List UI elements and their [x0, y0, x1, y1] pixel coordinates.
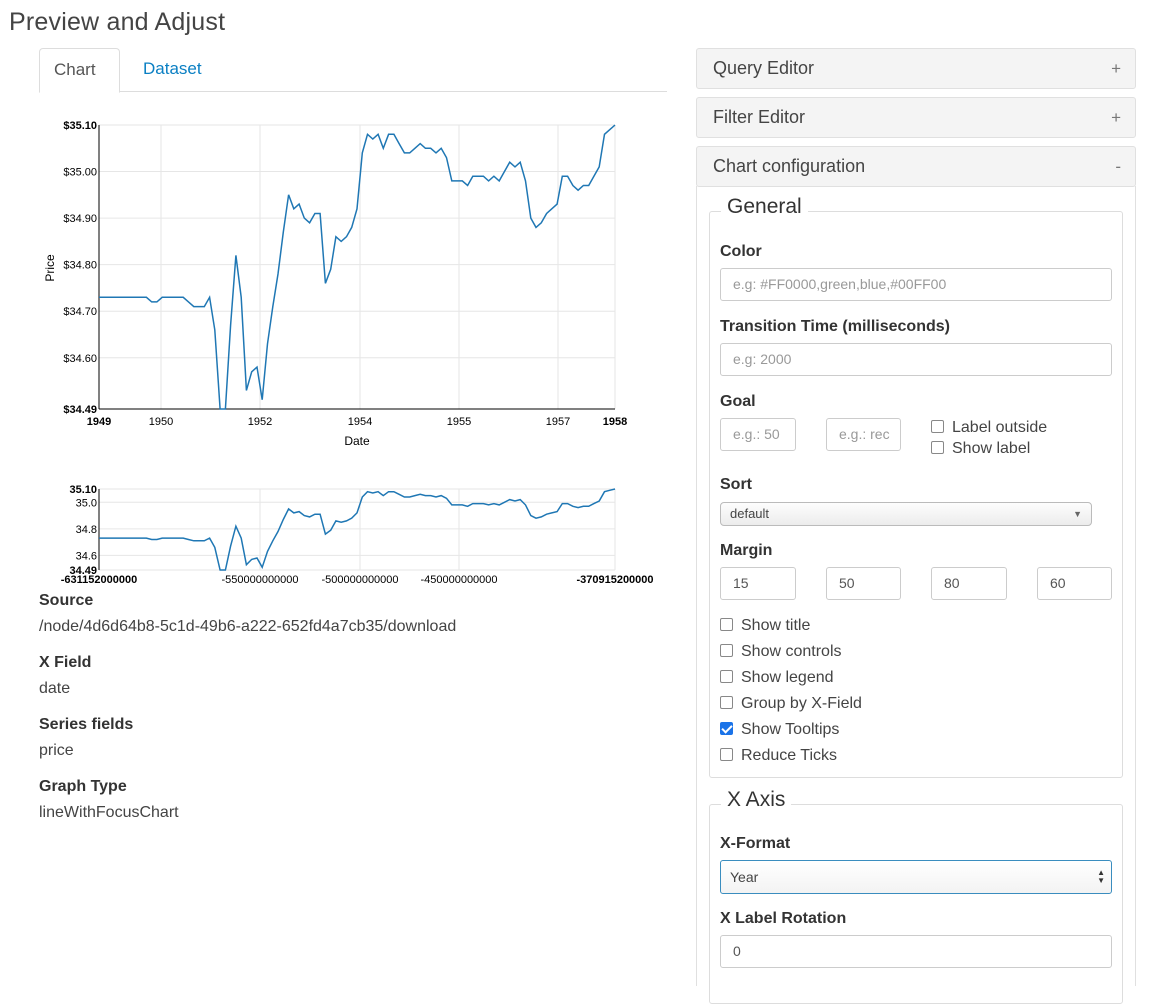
- checkbox-icon[interactable]: [720, 748, 733, 761]
- margin-top-input[interactable]: 15: [720, 567, 796, 600]
- option-group-by-xfield[interactable]: Group by X-Field: [720, 694, 862, 714]
- option-label: Reduce Ticks: [741, 747, 838, 764]
- y-tick-label: $34.49: [63, 404, 97, 416]
- sort-select[interactable]: default ▼: [720, 502, 1092, 526]
- x-tick-label: 1949: [87, 416, 111, 428]
- source-label: Source: [39, 592, 94, 609]
- dropdown-arrow-icon: ▼: [1073, 509, 1082, 519]
- xformat-select[interactable]: Year ▲ ▼: [720, 860, 1112, 894]
- graph-type-label: Graph Type: [39, 778, 127, 795]
- goal-input-1[interactable]: e.g.: 50: [720, 418, 796, 451]
- margin-right-input[interactable]: 50: [826, 567, 901, 600]
- x-tick-label: 1950: [149, 416, 173, 428]
- transition-time-label: Transition Time (milliseconds): [720, 318, 950, 335]
- checkbox-icon[interactable]: [931, 420, 944, 433]
- show-label-text: Show label: [952, 440, 1031, 457]
- chart-configuration-title: Chart configuration: [713, 156, 866, 176]
- focus-x-tick-label: -450000000000: [420, 574, 497, 586]
- sort-value: default: [730, 506, 770, 521]
- y-tick-label: $35.00: [63, 167, 97, 179]
- xformat-value: Year: [730, 869, 759, 885]
- x-tick-label: 1957: [546, 416, 570, 428]
- show-label-checkbox[interactable]: Show label: [931, 439, 1030, 459]
- checkbox-icon[interactable]: [720, 644, 733, 657]
- option-label: Show legend: [741, 669, 834, 686]
- option-show-title[interactable]: Show title: [720, 616, 810, 636]
- goal-input-2[interactable]: e.g.: rec: [826, 418, 901, 451]
- option-show-tooltips[interactable]: Show Tooltips: [720, 720, 839, 740]
- x-axis-label: Date: [344, 434, 370, 448]
- chart-tabs: Chart Dataset: [39, 48, 667, 93]
- checkbox-icon[interactable]: [931, 441, 944, 454]
- label-outside-text: Label outside: [952, 419, 1048, 436]
- graph-type-value: lineWithFocusChart: [39, 804, 179, 821]
- x-tick-label: 1954: [348, 416, 372, 428]
- option-label: Show Tooltips: [741, 721, 840, 738]
- y-tick-label: $34.60: [63, 353, 97, 365]
- focus-x-tick-label: -550000000000: [221, 574, 298, 586]
- margin-left-input[interactable]: 60: [1037, 567, 1112, 600]
- filter-editor-header[interactable]: Filter Editor +: [696, 97, 1136, 138]
- focus-line-chart[interactable]: 35.1035.034.834.634.49-631152000000 -5500…: [39, 478, 669, 590]
- margin-bottom-input[interactable]: 80: [931, 567, 1007, 600]
- focus-y-tick-label: 34.8: [76, 524, 97, 536]
- focus-x-tick-label: -370915200000: [576, 574, 653, 586]
- xaxis-legend: X Axis: [721, 788, 792, 812]
- source-value: /node/4d6d64b8-5c1d-49b6-a222-652fd4a7cb…: [39, 618, 457, 635]
- focus-x-tick-label: -631152000000: [61, 574, 137, 586]
- checkbox-icon[interactable]: [720, 670, 733, 683]
- goal-label: Goal: [720, 393, 756, 410]
- collapse-icon[interactable]: -: [1115, 147, 1121, 186]
- y-tick-label: $35.10: [63, 120, 97, 132]
- option-show-controls[interactable]: Show controls: [720, 642, 842, 662]
- page-title: Preview and Adjust: [9, 8, 226, 36]
- y-axis-label: Price: [43, 254, 57, 282]
- checkbox-icon[interactable]: [720, 618, 733, 631]
- margin-label: Margin: [720, 542, 773, 559]
- tab-chart[interactable]: Chart: [39, 48, 120, 93]
- xfield-label: X Field: [39, 654, 92, 671]
- expand-icon[interactable]: +: [1111, 49, 1121, 88]
- option-show-legend[interactable]: Show legend: [720, 668, 834, 688]
- series-label: Series fields: [39, 716, 134, 733]
- select-arrows-icon: ▲ ▼: [1097, 868, 1105, 885]
- sort-label: Sort: [720, 476, 752, 493]
- option-label: Show controls: [741, 643, 842, 660]
- focus-y-tick-label: 35.10: [69, 484, 97, 496]
- query-editor-header[interactable]: Query Editor +: [696, 48, 1136, 89]
- y-tick-label: $34.90: [63, 213, 97, 225]
- xaxis-fieldset: [709, 804, 1123, 1004]
- query-editor-title: Query Editor: [713, 58, 815, 78]
- option-label: Show title: [741, 617, 811, 634]
- y-tick-label: $34.80: [63, 260, 97, 272]
- color-label: Color: [720, 243, 762, 260]
- y-tick-label: $34.70: [63, 306, 97, 318]
- series-value: price: [39, 742, 74, 759]
- xlabel-rotation-input[interactable]: 0: [720, 935, 1112, 968]
- x-tick-label: 1952: [248, 416, 272, 428]
- x-tick-label: 1958: [603, 416, 627, 428]
- expand-icon[interactable]: +: [1111, 98, 1121, 137]
- transition-time-input[interactable]: e.g: 2000: [720, 343, 1112, 376]
- xformat-label: X-Format: [720, 835, 791, 852]
- option-label: Group by X-Field: [741, 695, 862, 712]
- label-outside-checkbox[interactable]: Label outside: [931, 418, 1047, 438]
- price-series-line: [99, 124, 616, 410]
- tab-dataset[interactable]: Dataset: [129, 48, 216, 92]
- chart-configuration-header[interactable]: Chart configuration -: [696, 146, 1136, 187]
- general-legend: General: [721, 195, 808, 219]
- xfield-value: date: [39, 680, 71, 697]
- focus-y-tick-label: 34.6: [76, 550, 97, 562]
- main-line-chart[interactable]: $35.10 $35.00 $34.90 $34.80 $34.70 $34.60 $34.…: [39, 108, 639, 453]
- x-tick-label: 1955: [447, 416, 471, 428]
- option-reduce-ticks[interactable]: Reduce Ticks: [720, 746, 837, 766]
- focus-y-tick-label: 35.0: [76, 497, 97, 509]
- checkbox-icon[interactable]: [720, 722, 733, 735]
- focus-x-tick-label: -500000000000: [321, 574, 398, 586]
- xlabel-rotation-label: X Label Rotation: [720, 910, 847, 927]
- checkbox-icon[interactable]: [720, 696, 733, 709]
- filter-editor-title: Filter Editor: [713, 107, 806, 127]
- focus-price-series-line: [99, 488, 616, 571]
- color-input[interactable]: e.g: #FF0000,green,blue,#00FF00: [720, 268, 1112, 301]
